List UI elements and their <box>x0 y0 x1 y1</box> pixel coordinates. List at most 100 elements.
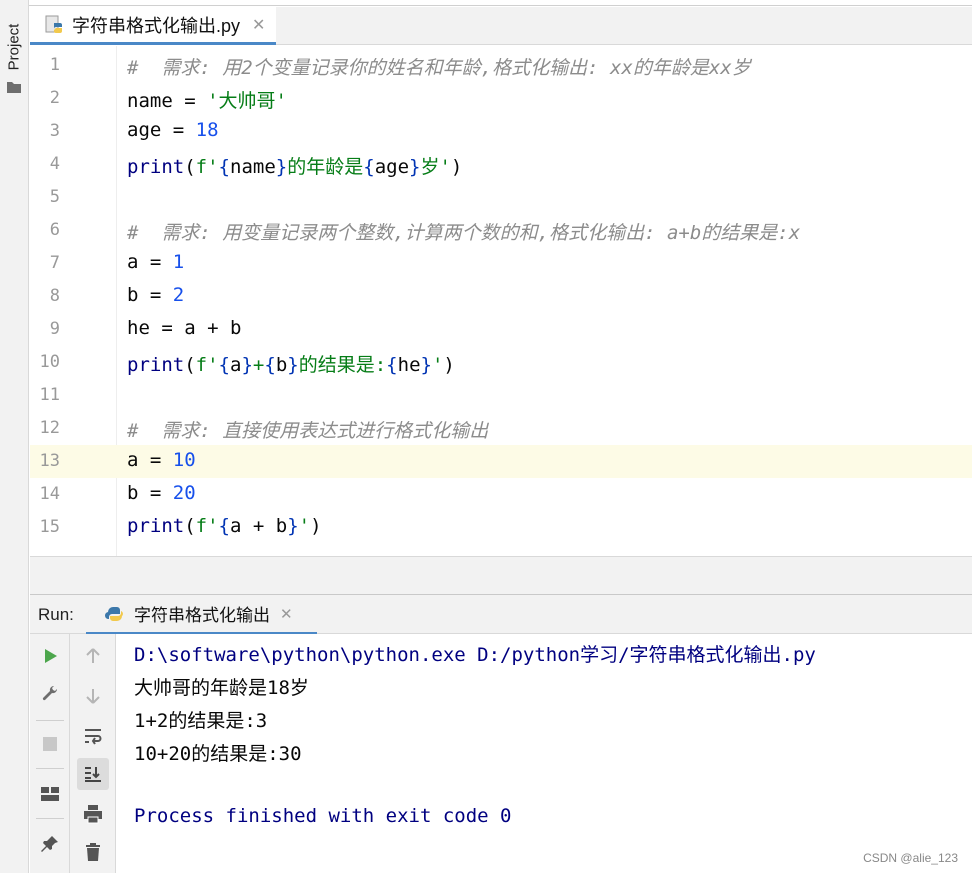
folder-icon[interactable] <box>6 80 22 94</box>
stop-button[interactable] <box>34 728 66 760</box>
toolbar-separator <box>36 720 64 721</box>
code-token: b = <box>127 482 173 504</box>
stop-icon <box>43 737 57 751</box>
line-number: 6 <box>49 220 60 240</box>
close-run-tab-icon[interactable]: ✕ <box>280 605 293 623</box>
code-token: f' <box>195 515 219 537</box>
close-tab-icon[interactable]: ✕ <box>252 15 265 34</box>
code-token: { <box>386 354 398 376</box>
scroll-to-end-button[interactable] <box>77 758 109 790</box>
soft-wrap-button[interactable] <box>77 720 109 752</box>
window-top-border <box>0 0 972 6</box>
line-number: 13 <box>39 451 60 471</box>
scroll-up-button[interactable] <box>77 640 109 672</box>
python-file-icon <box>45 15 62 33</box>
code-line[interactable]: 3 age = 18 <box>30 115 972 148</box>
code-line[interactable]: 13 a = 10 <box>30 445 972 478</box>
code-line[interactable]: 4 print(f'{name}的年龄是{age}岁') <box>30 148 972 181</box>
code-token: # 需求: 用变量记录两个整数,计算两个数的和,格式化输出: a+b的结果是:x <box>127 222 801 244</box>
code-token: { <box>363 156 375 178</box>
code-token: 的年龄是 <box>287 156 364 178</box>
code-token: + <box>252 354 265 376</box>
code-token: name = <box>127 90 208 112</box>
line-number: 11 <box>39 385 60 405</box>
code-line[interactable]: 10 print(f'{a}+{b}的结果是:{he}') <box>30 346 972 379</box>
console-line: D:\software\python\python.exe D:/python学… <box>134 644 816 666</box>
code-line[interactable]: 7 a = 1 <box>30 247 972 280</box>
play-icon <box>45 649 57 663</box>
code-token: '大帅哥' <box>207 90 287 112</box>
code-token: ( <box>184 515 196 537</box>
code-token: { <box>218 156 230 178</box>
code-token: } <box>241 354 253 376</box>
print-button[interactable] <box>77 798 109 830</box>
code-token: { <box>264 354 276 376</box>
code-text: # 需求: 用变量记录两个整数,计算两个数的和,格式化输出: a+b的结果是:x <box>127 218 800 245</box>
line-number: 14 <box>39 484 60 504</box>
code-token: b = <box>127 284 173 306</box>
python-run-icon <box>104 606 123 621</box>
code-line[interactable]: 1 # 需求: 用2个变量记录你的姓名和年龄,格式化输出: xx的年龄是xx岁 <box>30 49 972 82</box>
code-text: b = 20 <box>127 482 196 504</box>
code-token: 2 <box>172 284 185 306</box>
tab-label: 字符串格式化输出.py <box>72 15 241 36</box>
line-number: 10 <box>39 352 60 372</box>
project-label: Project <box>5 23 23 71</box>
code-text: # 需求: 直接使用表达式进行格式化输出 <box>127 416 488 443</box>
pin-button[interactable] <box>34 828 66 860</box>
code-line[interactable]: 8 b = 2 <box>30 280 972 313</box>
code-line[interactable]: 6 # 需求: 用变量记录两个整数,计算两个数的和,格式化输出: a+b的结果是:… <box>30 214 972 247</box>
line-number: 15 <box>39 517 60 537</box>
soft-wrap-icon <box>85 729 102 745</box>
console-line: 大帅哥的年龄是18岁 <box>134 677 309 699</box>
code-token: ( <box>184 156 196 178</box>
code-line[interactable]: 15 print(f'{a + b}') <box>30 511 972 544</box>
code-text: b = 2 <box>127 284 184 306</box>
code-token: ' <box>431 354 444 376</box>
arrow-up-icon <box>86 648 100 663</box>
rerun-button[interactable] <box>34 640 66 672</box>
line-number: 9 <box>49 319 60 339</box>
code-token: ) <box>450 156 463 178</box>
printer-icon <box>84 805 102 824</box>
watermark: CSDN @alie_123 <box>863 851 958 865</box>
settings-button[interactable] <box>34 678 66 710</box>
code-text: a = 10 <box>127 449 196 471</box>
line-number: 8 <box>49 286 60 306</box>
clear-all-button[interactable] <box>77 836 109 868</box>
tab-format-output-py[interactable]: 字符串格式化输出.py ✕ <box>30 7 276 45</box>
console-output[interactable]: D:\software\python\python.exe D:/python学… <box>116 634 972 873</box>
code-editor[interactable]: 1 # 需求: 用2个变量记录你的姓名和年龄,格式化输出: xx的年龄是xx岁 2 n… <box>30 46 972 556</box>
scroll-down-button[interactable] <box>77 680 109 712</box>
code-line[interactable]: 2 name = '大帅哥' <box>30 82 972 115</box>
code-token: { <box>218 515 230 537</box>
code-token: print <box>127 354 185 376</box>
layout-icon <box>41 787 59 801</box>
line-number: 2 <box>49 88 60 108</box>
code-line[interactable]: 9 he = a + b <box>30 313 972 346</box>
code-line[interactable]: 14 b = 20 <box>30 478 972 511</box>
code-token: ) <box>443 354 455 376</box>
code-line[interactable]: 5 <box>30 181 972 214</box>
code-token: age <box>374 156 410 178</box>
code-line[interactable]: 12 # 需求: 直接使用表达式进行格式化输出 <box>30 412 972 445</box>
code-token: ( <box>184 354 196 376</box>
project-tool-button[interactable]: Project <box>4 18 24 76</box>
code-line[interactable]: 11 <box>30 379 972 412</box>
code-text: he = a + b <box>127 317 241 339</box>
code-token: 20 <box>172 482 196 504</box>
code-token: } <box>287 515 299 537</box>
code-token: a = <box>127 449 173 471</box>
layout-button[interactable] <box>34 778 66 810</box>
run-toolbar-primary <box>30 634 70 873</box>
run-tab-format-output[interactable]: 字符串格式化输出 ✕ <box>86 595 317 635</box>
line-number: 1 <box>49 55 60 75</box>
code-token: name <box>230 156 276 178</box>
code-token: # 需求: 直接使用表达式进行格式化输出 <box>127 420 489 442</box>
code-token: 10 <box>172 449 196 471</box>
wrench-icon <box>42 685 58 701</box>
code-text: print(f'{name}的年龄是{age}岁') <box>127 152 462 179</box>
toolbar-separator <box>36 768 64 769</box>
code-text: print(f'{a + b}') <box>127 515 322 537</box>
project-tool-strip: Project <box>0 0 29 873</box>
